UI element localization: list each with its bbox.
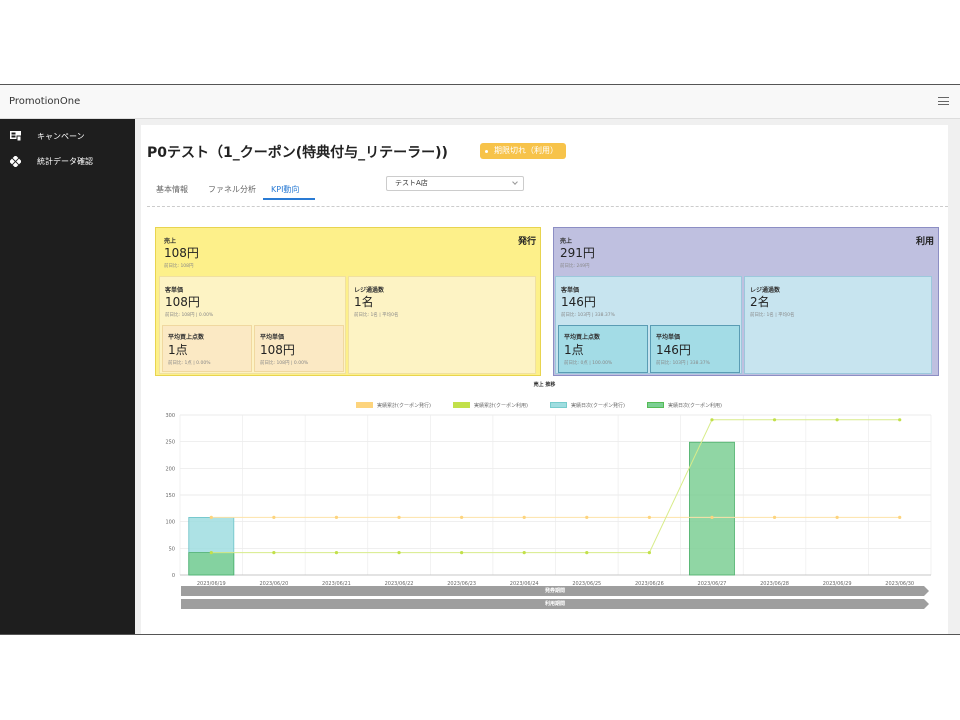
sales-trend-chart: 0501001502002503002023/06/19 2023/06/20 20… [165,413,932,587]
data-point [835,515,839,519]
data-point [898,418,902,422]
data-point [710,515,714,519]
data-point [772,515,777,519]
data-point [209,515,213,519]
main-area: P0テスト（1_クーポン(特典付与_リテーラー)) 期限切れ（利用） 基本情報 … [135,119,960,634]
app-window: PromotionOne キャンペーン 統計データ確認 P0テスト（1_クーポン… [0,84,960,635]
data-point [334,551,339,555]
data-point [334,515,339,519]
bar [188,552,235,576]
issue-period-bar: 発券期間 [181,586,929,596]
data-point [710,418,714,422]
y-tick-label: 100 [165,520,175,526]
y-tick-label: 250 [165,440,175,446]
y-tick-label: 300 [165,413,175,419]
data-point [898,515,902,519]
data-point [647,551,651,555]
data-point [209,551,213,555]
data-point [647,515,651,519]
data-point [772,418,777,422]
stats-icon [9,155,21,167]
data-point [272,515,276,519]
sidebar-item-label: キャンペーン [37,131,85,141]
use-period-bar: 利用期間 [181,599,929,609]
bar [689,441,735,576]
data-point [397,515,401,519]
y-tick-label: 150 [165,493,175,499]
campaign-icon [9,130,21,142]
top-bar: PromotionOne [0,85,960,119]
y-tick-label: 200 [165,466,175,472]
content-card: P0テスト（1_クーポン(特典付与_リテーラー)) 期限切れ（利用） 基本情報 … [141,125,948,634]
sidebar: キャンペーン 統計データ確認 [0,119,135,634]
data-point [835,418,839,422]
data-point [460,515,464,519]
data-point [522,551,526,555]
data-point [585,551,589,555]
menu-icon[interactable] [938,97,949,105]
data-point [460,551,464,555]
sidebar-item-stats[interactable]: 統計データ確認 [9,154,93,168]
data-point [397,551,401,555]
data-point [272,551,276,555]
data-point [522,515,526,519]
y-tick-label: 0 [172,573,175,579]
sidebar-item-campaign[interactable]: キャンペーン [9,129,85,143]
y-tick-label: 50 [169,546,175,552]
data-point [585,515,589,519]
app-title: PromotionOne [9,96,81,107]
sidebar-item-label: 統計データ確認 [37,156,93,166]
